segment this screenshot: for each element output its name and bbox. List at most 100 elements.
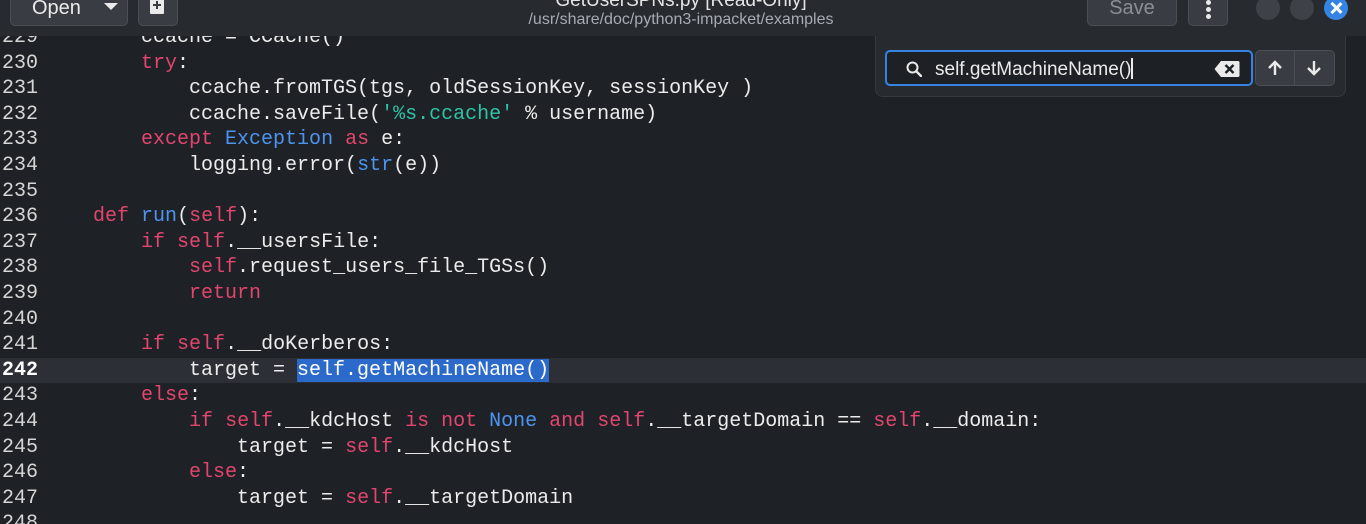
line-number: 233 xyxy=(1,128,38,152)
code-token: except xyxy=(141,128,214,152)
header-bar: Open GetUserSPNs.py [Read-Only] /usr/sha… xyxy=(0,0,1366,36)
search-input[interactable]: self.getMachineName() xyxy=(885,50,1253,86)
code-text: if self.__usersFile: xyxy=(45,230,381,256)
minimize-button[interactable] xyxy=(1256,0,1280,20)
search-query: self.getMachineName() xyxy=(935,58,1133,80)
code-token: .__kdcHost xyxy=(273,410,406,433)
code-text: self.request_users_file_TGSs() xyxy=(45,255,549,281)
backspace-clear-icon[interactable] xyxy=(1214,60,1240,78)
line-number: 230 xyxy=(1,51,38,75)
code-token: % username) xyxy=(513,102,658,126)
code-token: target = xyxy=(45,358,298,382)
arrow-up-icon xyxy=(1268,60,1282,75)
code-line[interactable]: 237 if self.__usersFile: xyxy=(0,230,1366,256)
code-token: (e)) xyxy=(393,154,442,177)
code-token: def xyxy=(93,205,130,229)
code-token: self xyxy=(189,205,238,229)
code-line[interactable]: 246 else: xyxy=(0,460,1366,486)
code-token: .__domain: xyxy=(921,410,1042,433)
code-line[interactable]: 238 self.request_users_file_TGSs() xyxy=(0,255,1366,281)
code-line[interactable]: 245 target = self.__kdcHost xyxy=(0,435,1366,461)
open-button-label: Open xyxy=(32,0,81,19)
code-token: .__targetDomain == xyxy=(645,410,874,433)
code-line[interactable]: 247 target = self.__targetDomain xyxy=(0,486,1366,512)
code-text: else: xyxy=(45,460,249,486)
maximize-button[interactable] xyxy=(1290,0,1314,20)
code-line[interactable]: 243 else: xyxy=(0,383,1366,409)
code-token: self xyxy=(177,333,226,357)
code-line[interactable]: 239 return xyxy=(0,281,1366,307)
code-token: .__doKerberos: xyxy=(225,333,394,357)
arrow-down-icon xyxy=(1307,61,1321,76)
close-button[interactable] xyxy=(1324,0,1348,20)
code-text: else: xyxy=(45,383,201,409)
code-token: '%s.ccache' xyxy=(381,102,514,126)
code-text: logging.error(str(e)) xyxy=(45,153,441,179)
line-number: 247 xyxy=(1,486,38,510)
line-number: 232 xyxy=(1,102,38,126)
code-token: else xyxy=(189,461,238,485)
search-bar: self.getMachineName() xyxy=(875,36,1346,97)
code-line[interactable]: 240 xyxy=(0,307,1366,333)
code-token: ): xyxy=(237,205,262,229)
text-cursor xyxy=(1131,58,1133,79)
search-previous-button[interactable] xyxy=(1255,50,1295,86)
line-number: 240 xyxy=(1,307,38,331)
code-token: self xyxy=(189,256,238,280)
code-token: : xyxy=(177,51,190,75)
code-token: logging.error( xyxy=(45,154,358,177)
code-line[interactable]: 236 def run(self): xyxy=(0,204,1366,230)
code-line[interactable]: 234 logging.error(str(e)) xyxy=(0,153,1366,179)
code-text: try: xyxy=(45,51,189,77)
code-token: : xyxy=(237,461,250,485)
line-number: 231 xyxy=(1,77,38,101)
code-line[interactable]: 248 xyxy=(0,511,1366,524)
code-token: as xyxy=(345,128,370,152)
code-text: target = self.getMachineName() xyxy=(45,358,550,384)
line-number: 248 xyxy=(1,512,38,524)
primary-menu-button[interactable] xyxy=(1188,0,1228,26)
line-number: 244 xyxy=(1,410,38,433)
search-next-button[interactable] xyxy=(1295,50,1335,86)
code-editor[interactable]: 229 ccache = CCache() 230 try: 231 ccache.… xyxy=(0,36,1366,524)
code-text: def run(self): xyxy=(45,204,261,230)
code-token: self xyxy=(345,486,394,510)
code-token: target = xyxy=(45,486,346,510)
save-button[interactable]: Save xyxy=(1087,0,1177,26)
code-token: self xyxy=(345,435,394,459)
code-line[interactable]: 241 if self.__doKerberos: xyxy=(0,332,1366,358)
code-token: if xyxy=(141,230,166,254)
code-token: ( xyxy=(177,205,190,229)
code-token: : xyxy=(189,384,202,408)
code-token: self xyxy=(177,230,226,254)
open-button[interactable]: Open xyxy=(10,0,128,26)
chevron-down-icon xyxy=(104,3,118,10)
new-document-button[interactable] xyxy=(138,0,178,26)
code-line[interactable]: 244 if self.__kdcHost is not None and se… xyxy=(0,409,1366,435)
line-number: 238 xyxy=(1,256,38,280)
code-token: target = xyxy=(45,435,346,459)
code-line[interactable]: 233 except Exception as e: xyxy=(0,127,1366,153)
code-token: if xyxy=(189,410,214,433)
window-subtitle: /usr/share/doc/python3-impacket/examples xyxy=(528,11,834,28)
line-number: 235 xyxy=(1,179,38,203)
code-line[interactable]: 242 target = self.getMachineName() xyxy=(0,357,1366,384)
line-number: 245 xyxy=(1,435,38,459)
save-button-label: Save xyxy=(1109,0,1155,19)
code-line[interactable]: 235 xyxy=(0,179,1366,205)
code-line[interactable]: 232 ccache.saveFile('%s.ccache' % userna… xyxy=(0,102,1366,128)
code-token: return xyxy=(189,282,262,305)
code-text: except Exception as e: xyxy=(45,127,405,153)
code-text: ccache.fromTGS(tgs, oldSessionKey, sessi… xyxy=(45,76,753,102)
line-number: 236 xyxy=(1,205,38,229)
code-token: is not xyxy=(405,410,478,433)
